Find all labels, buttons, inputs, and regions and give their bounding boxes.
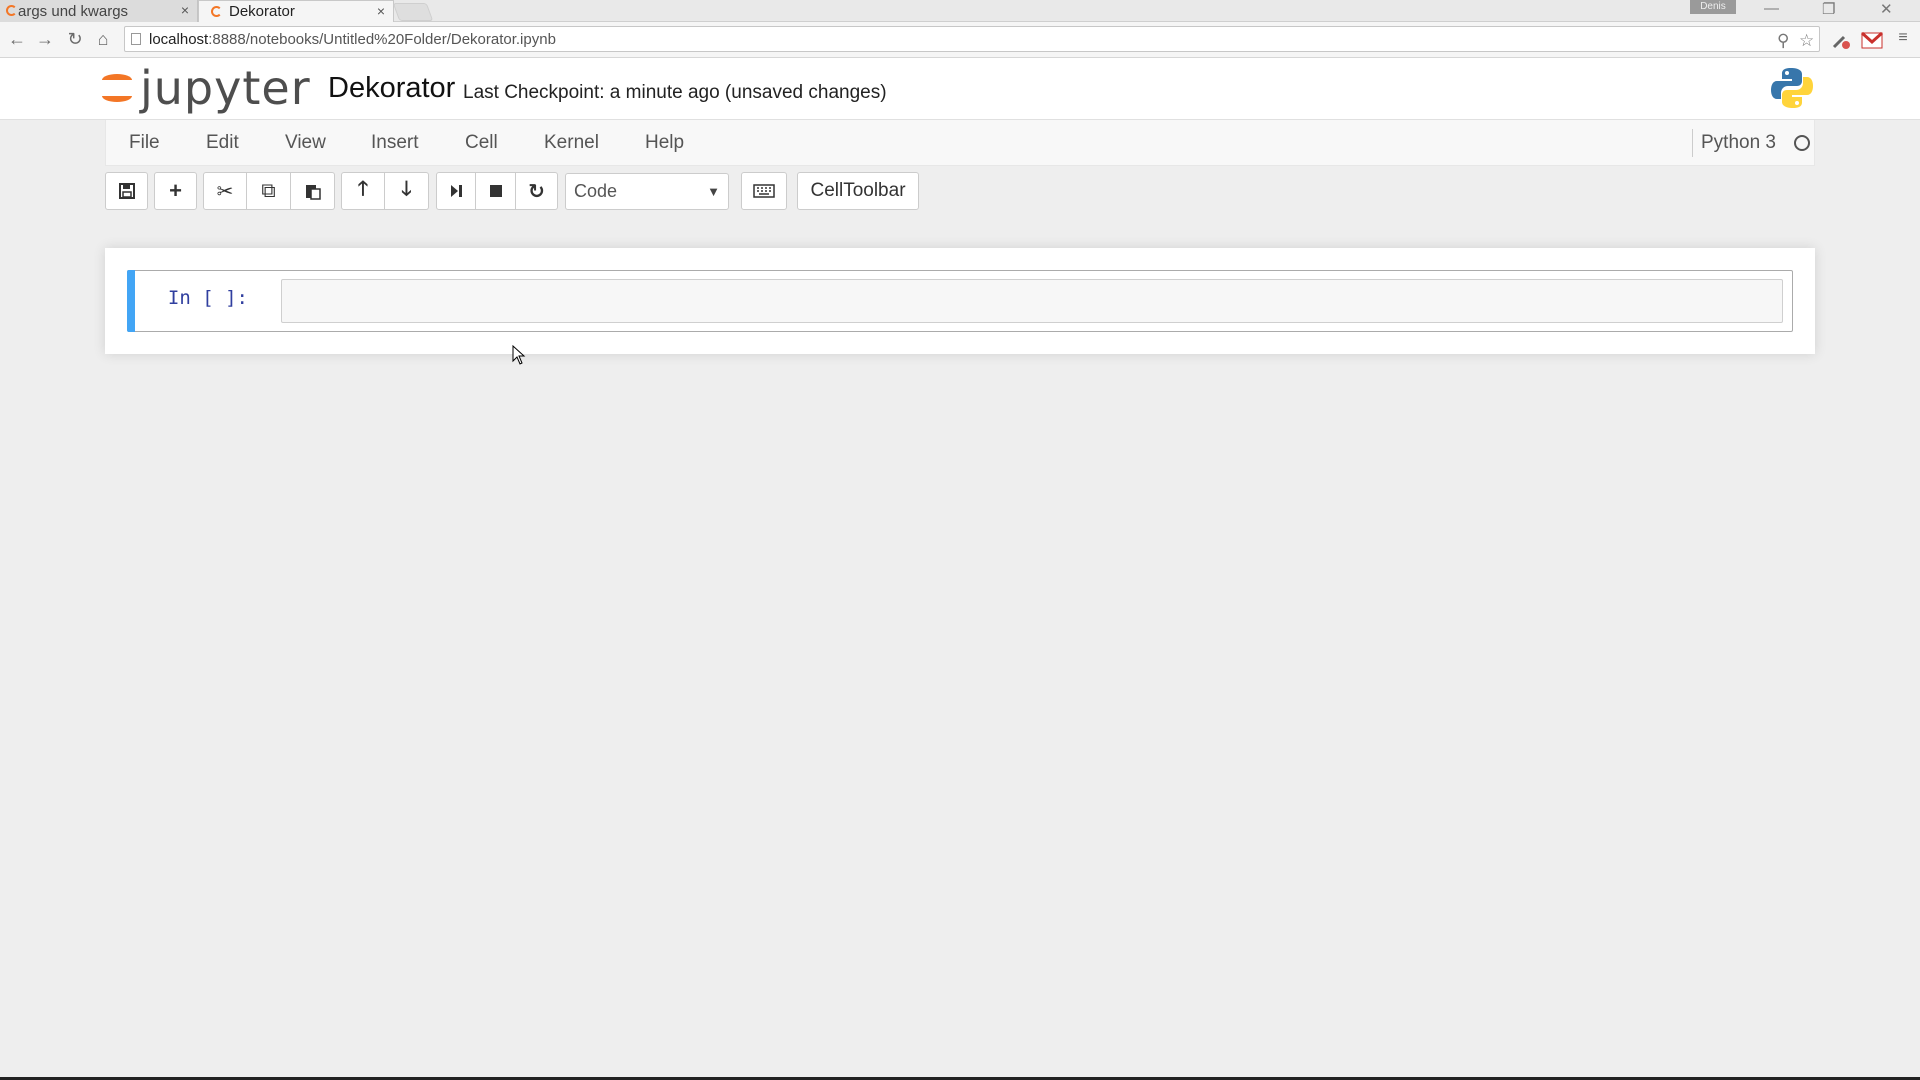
mouse-pointer-icon	[512, 345, 526, 365]
restore-icon[interactable]: ❐	[1822, 0, 1835, 18]
jupyter-logo-icon	[102, 66, 132, 110]
move-up-button[interactable]: 🡑	[341, 172, 385, 210]
menu-view[interactable]: View	[285, 132, 326, 154]
run-button[interactable]	[436, 172, 476, 210]
menu-edit[interactable]: Edit	[206, 132, 239, 154]
minimize-icon[interactable]: —	[1764, 0, 1779, 17]
browser-toolbar: ← → ↻ ⌂ localhost:8888/notebooks/Untitle…	[0, 22, 1920, 58]
jupyter-favicon-icon	[6, 5, 17, 16]
url-text: localhost:8888/notebooks/Untitled%20Fold…	[149, 31, 556, 48]
cut-icon: ✂	[216, 180, 234, 203]
notebook-container: In [ ]:	[105, 248, 1815, 354]
menu-file[interactable]: File	[129, 132, 160, 154]
paste-button[interactable]	[291, 172, 335, 210]
zoom-icon[interactable]: ⚲	[1777, 31, 1789, 51]
command-palette-button[interactable]	[741, 172, 787, 210]
paste-icon	[305, 185, 321, 200]
code-cell[interactable]: In [ ]:	[127, 270, 1793, 332]
checkpoint-status: Last Checkpoint: a minute ago (unsaved c…	[463, 82, 887, 103]
add-cell-icon: +	[169, 178, 182, 203]
jupyter-favicon-icon	[211, 6, 222, 17]
notebook-name[interactable]: Dekorator	[328, 72, 455, 105]
jupyter-logo[interactable]: jupyter	[102, 61, 311, 115]
kernel-name: Python 3	[1692, 129, 1776, 157]
code-input-area[interactable]	[281, 279, 1783, 323]
interrupt-button[interactable]	[476, 172, 516, 210]
copy-icon: ⧉	[261, 179, 276, 202]
add-cell-button[interactable]: +	[154, 172, 197, 210]
input-prompt: In [ ]:	[167, 287, 248, 309]
run-icon	[451, 185, 462, 197]
save-button[interactable]	[105, 172, 148, 210]
home-icon[interactable]: ⌂	[92, 29, 114, 50]
jupyter-logo-text: jupyter	[140, 61, 311, 115]
close-tab-icon[interactable]: ×	[377, 3, 385, 19]
address-bar[interactable]: localhost:8888/notebooks/Untitled%20Fold…	[124, 26, 1820, 52]
close-tab-icon[interactable]: ×	[181, 2, 189, 18]
extension-icon[interactable]	[1830, 29, 1852, 51]
reload-icon[interactable]: ↻	[64, 29, 86, 50]
chevron-down-icon: ▼	[707, 184, 720, 199]
browser-tab-dekorator[interactable]: Dekorator ×	[198, 0, 394, 22]
menu-kernel[interactable]: Kernel	[544, 132, 599, 154]
menubar: File Edit View Insert Cell Kernel Help P…	[105, 120, 1815, 166]
python-logo-icon	[1771, 68, 1813, 108]
celltoolbar-button[interactable]: CellToolbar	[797, 172, 919, 210]
chrome-menu-icon[interactable]: ≡	[1892, 29, 1914, 47]
forward-arrow-icon[interactable]: →	[34, 29, 56, 50]
keyboard-icon	[753, 184, 775, 198]
tab-title: Dekorator	[229, 3, 295, 20]
page-icon	[131, 33, 141, 45]
star-icon[interactable]: ☆	[1799, 31, 1814, 51]
menu-cell[interactable]: Cell	[465, 132, 498, 154]
menu-insert[interactable]: Insert	[371, 132, 419, 154]
cut-button[interactable]: ✂	[203, 172, 247, 210]
interrupt-icon	[489, 185, 502, 197]
browser-tab-strip: args und kwargs × Dekorator × Denis — ❐ …	[0, 0, 1920, 22]
save-icon	[118, 183, 135, 199]
tab-title: args und kwargs	[18, 2, 129, 20]
new-tab-button[interactable]	[392, 3, 434, 21]
close-window-icon[interactable]: ✕	[1880, 0, 1893, 18]
move-down-icon: 🡓	[401, 178, 412, 200]
cell-type-value: Code	[574, 181, 618, 201]
cell-selected-indicator	[127, 270, 135, 332]
notebook-menu-panel: File Edit View Insert Cell Kernel Help P…	[105, 120, 1815, 218]
profile-badge[interactable]: Denis	[1690, 0, 1736, 14]
move-down-button[interactable]: 🡓	[385, 172, 429, 210]
copy-button[interactable]: ⧉	[247, 172, 291, 210]
restart-button[interactable]: ↻	[516, 172, 558, 210]
notebook-toolbar: + ✂ ⧉ 🡑 🡓 ↻ Code ▼ CellToolbar	[105, 172, 1815, 212]
move-up-icon: 🡑	[357, 178, 369, 200]
menu-help[interactable]: Help	[645, 132, 684, 154]
gmail-icon[interactable]	[1861, 29, 1883, 51]
cell-type-select[interactable]: Code ▼	[565, 173, 729, 210]
jupyter-header: jupyter Dekorator Last Checkpoint: a min…	[0, 58, 1920, 120]
back-arrow-icon[interactable]: ←	[6, 29, 28, 50]
browser-tab-args-und-kwargs[interactable]: args und kwargs ×	[0, 0, 198, 22]
kernel-idle-icon	[1794, 135, 1810, 151]
restart-icon: ↻	[528, 180, 545, 203]
